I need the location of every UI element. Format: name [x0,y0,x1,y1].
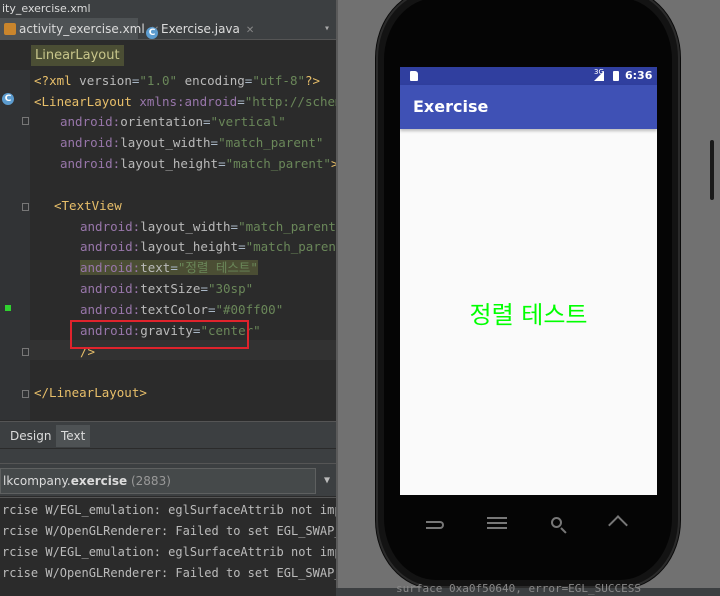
logcat-output[interactable]: rcise W/EGL_emulation: eglSurfaceAttrib … [0,497,336,596]
breadcrumb[interactable]: LinearLayout [31,45,124,66]
home-icon[interactable] [607,515,629,535]
search-icon[interactable] [551,517,569,534]
menu-icon[interactable] [487,517,507,533]
code-line-5: android:layout_height="match_parent"> [60,156,336,171]
sd-card-icon [410,71,418,81]
code-line-7: <TextView [54,198,122,213]
app-content: 정렬 테스트 [400,129,657,495]
editor-tabs: activity_exercise.xml✕ CExercise.java ✕ ▾ [0,18,336,40]
emulator-window: 3G 6:36 Exercise 정렬 테스트 surface 0xa0f506… [336,0,720,596]
layout-editor-tabs: Design Text [0,421,336,448]
network-type: 3G [594,68,604,76]
code-line-16: </LinearLayout> [34,385,147,400]
chevron-down-icon[interactable]: ▼ [318,468,336,494]
code-line-3: android:orientation="vertical" [60,114,286,129]
tab-design[interactable]: Design [5,425,56,447]
status-bar: 3G 6:36 [400,67,657,85]
code-line-9: android:layout_height="match_parent" [80,239,336,254]
logcat-process-selector: lkcompany.exercise (2883) ▼ [0,463,336,496]
log-line: rcise W/EGL_emulation: eglSurfaceAttrib … [2,545,336,559]
log-line: rcise W/OpenGLRenderer: Failed to set EG… [2,524,336,538]
xml-file-icon [4,23,16,35]
code-line-10: android:text="정렬 테스트" [80,260,258,275]
editor-gutter [0,70,30,420]
battery-icon [613,71,619,81]
change-marker [5,305,11,311]
power-button[interactable] [710,140,714,200]
status-time: 6:36 [625,69,653,82]
java-class-icon: C [146,27,158,39]
tabs-overflow-icon[interactable]: ▾ [324,18,330,40]
tab-text[interactable]: Text [56,425,91,447]
gravity-highlight-box [70,320,249,349]
class-marker-icon[interactable]: C [2,93,14,105]
log-footer-fragment: surface 0xa0f50640, error=EGL_SUCCESS [396,582,642,595]
code-line-11: android:textSize="30sp" [80,281,254,296]
fold-icon[interactable] [22,203,29,211]
log-line: rcise W/OpenGLRenderer: Failed to set EG… [2,566,336,580]
panel-divider[interactable] [0,448,336,463]
window-title: ity_exercise.xml [0,0,336,18]
centered-textview: 정렬 테스트 [469,300,588,329]
tab-exercise-java[interactable]: C Exercise.java ✕ [140,18,276,40]
tab-label: Exercise.java [161,22,240,36]
tab-label: activity_exercise.xml [19,22,145,36]
emulator-border [336,0,338,596]
log-line: rcise W/EGL_emulation: eglSurfaceAttrib … [2,503,336,517]
back-icon[interactable] [426,517,446,533]
breadcrumb-bar: LinearLayout [0,41,336,70]
close-icon[interactable]: ✕ [246,25,254,36]
fold-icon[interactable] [22,117,29,125]
fold-icon[interactable] [22,348,29,356]
fold-icon[interactable] [22,390,29,398]
code-line-8: android:layout_width="match_parent" [80,219,336,234]
tab-activity-exercise-xml[interactable]: activity_exercise.xml✕ [0,18,159,40]
device-screen[interactable]: 3G 6:36 Exercise 정렬 테스트 [400,67,657,495]
code-line-12: android:textColor="#00ff00" [80,302,284,317]
code-line-4: android:layout_width="match_parent" [60,135,324,150]
app-title: Exercise [413,97,489,116]
code-editor[interactable]: <?xml version="1.0" encoding="utf-8"?> <… [30,70,336,420]
code-line-1: <?xml version="1.0" encoding="utf-8"?> [34,73,321,88]
process-dropdown[interactable]: lkcompany.exercise (2883) [0,468,316,494]
android-studio-editor: ity_exercise.xml activity_exercise.xml✕ … [0,0,336,596]
app-bar: Exercise [400,85,657,129]
code-line-2: <LinearLayout xmlns:android="http://sche… [34,94,336,109]
